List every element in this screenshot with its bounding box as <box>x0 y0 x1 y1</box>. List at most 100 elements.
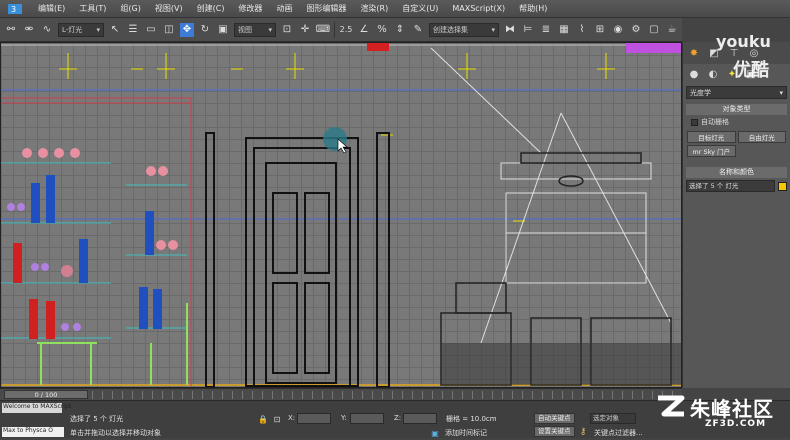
render-setup-icon[interactable]: ⚙ <box>629 23 643 37</box>
selection-filter-value: L-灯光 <box>62 25 83 34</box>
menu-customize[interactable]: 自定义(U) <box>402 3 438 14</box>
autogrid-checkbox[interactable] <box>691 118 698 126</box>
maxscript-listener[interactable]: Welcome to MAXScript. <box>2 403 73 413</box>
object-type-rollout-title[interactable]: 对象类型 <box>686 104 787 115</box>
timeline: 0 / 100 <box>0 388 682 400</box>
graphite-tools-icon[interactable]: ▦ <box>557 23 571 37</box>
key-icon[interactable]: ⚷ <box>576 425 590 439</box>
front-viewport[interactable] <box>0 42 682 388</box>
auto-key-button[interactable]: 自动关键点 <box>534 413 575 424</box>
maxscript-welcome: Welcome to MAXScript. <box>3 403 73 410</box>
select-manipulate-icon[interactable]: ✛ <box>298 23 312 37</box>
menu-rendering[interactable]: 渲染(R) <box>360 3 388 14</box>
timeline-ticks[interactable] <box>92 391 678 399</box>
move-icon[interactable]: ✥ <box>180 22 194 37</box>
create-tab-icon[interactable]: ✸ <box>687 46 701 60</box>
name-color-row: 选择了 5 个 灯光 <box>686 180 787 192</box>
svg-text:3: 3 <box>11 5 16 14</box>
time-slider[interactable]: 0 / 100 <box>4 390 88 399</box>
shapes-icon[interactable]: ◐ <box>706 67 720 81</box>
youku-cn-watermark: 优酷 <box>733 60 769 81</box>
menu-group[interactable]: 组(G) <box>120 3 140 14</box>
selection-filter-select[interactable]: L-灯光 ▾ <box>58 22 104 37</box>
render-production-icon[interactable]: ☕ <box>665 23 679 37</box>
edit-named-selection-icon[interactable]: ✎ <box>411 23 425 37</box>
maxscript-input[interactable]: Max to Physca O <box>2 427 64 437</box>
target-light-button[interactable]: 目标灯光 <box>687 131 736 143</box>
y-coord-field[interactable] <box>350 413 384 424</box>
link-icon[interactable]: ⚯ <box>4 23 18 37</box>
curve-editor-icon[interactable]: ⌇ <box>575 23 589 37</box>
main-toolbar: ⚯ ⚮ ∿ L-灯光 ▾ ↖ ☰ ▭ ◫ ✥ ↻ ▣ 视图 ▾ ⊡ ✛ ⌨ 2.… <box>0 18 682 42</box>
layer-manager-icon[interactable]: ≣ <box>539 23 553 37</box>
mirror-icon[interactable]: ⧓ <box>503 23 517 37</box>
y-label: Y: <box>341 414 347 422</box>
angle-snap-icon[interactable]: ∠ <box>357 23 371 37</box>
menu-graph-editors[interactable]: 图形编辑器 <box>306 3 346 14</box>
menu-create[interactable]: 创建(C) <box>197 3 225 14</box>
free-light-button[interactable]: 自由灯光 <box>737 131 786 143</box>
rect-selection-icon[interactable]: ▭ <box>144 23 158 37</box>
z-coord-field[interactable] <box>403 413 437 424</box>
mr-sky-portal-button[interactable]: mr Sky 门户 <box>687 145 736 157</box>
x-label: X: <box>288 414 296 422</box>
add-time-tag[interactable]: 添加时间标记 <box>445 428 487 438</box>
menu-views[interactable]: 视图(V) <box>155 3 183 14</box>
menu-modifiers[interactable]: 修改器 <box>238 3 262 14</box>
object-color-swatch[interactable] <box>778 181 787 191</box>
material-editor-icon[interactable]: ◉ <box>611 23 625 37</box>
grid-size-text: 栅格 = 10.0cm <box>446 415 497 423</box>
reference-coord-value: 视图 <box>238 25 252 34</box>
zf-url-watermark: ZF3D.COM <box>705 419 767 429</box>
z-label: Z: <box>394 414 402 422</box>
select-object-icon[interactable]: ↖ <box>108 23 122 37</box>
x-coord-field[interactable] <box>297 413 331 424</box>
reference-coord-select[interactable]: 视图 ▾ <box>234 22 276 37</box>
chevron-down-icon: ▾ <box>491 25 495 34</box>
menu-animation[interactable]: 动画 <box>276 3 292 14</box>
object-name-field[interactable]: 选择了 5 个 灯光 <box>686 180 775 192</box>
absolute-mode-icon[interactable]: ⊡ <box>270 412 284 426</box>
percent-snap-icon[interactable]: % <box>375 23 389 37</box>
menu-maxscript[interactable]: MAXScript(X) <box>452 4 505 13</box>
schematic-view-icon[interactable]: ⊞ <box>593 23 607 37</box>
bind-space-warp-icon[interactable]: ∿ <box>40 23 54 37</box>
lock-selection-icon[interactable]: 🔒 <box>256 412 270 426</box>
named-selection-sets-select[interactable]: 创建选择集 ▾ <box>429 22 499 37</box>
maxscript-input-text: Max to Physca O <box>3 427 53 434</box>
key-filters-button[interactable]: 关键点过滤器... <box>594 428 643 438</box>
scale-icon[interactable]: ▣ <box>216 23 230 37</box>
zf-logo-icon <box>658 395 685 417</box>
toolbar-separator <box>334 21 335 38</box>
named-selection-sets-value: 创建选择集 <box>433 25 468 34</box>
chevron-down-icon: ▾ <box>96 25 100 34</box>
geometry-icon[interactable]: ● <box>687 67 701 81</box>
keyboard-shortcut-icon[interactable]: ⌨ <box>316 23 330 37</box>
zf-community-watermark: 朱峰社区 <box>690 397 774 421</box>
unlink-icon[interactable]: ⚮ <box>22 23 36 37</box>
menu-tools[interactable]: 工具(T) <box>79 3 106 14</box>
name-color-rollout-title[interactable]: 名称和颜色 <box>686 167 787 178</box>
set-key-button[interactable]: 设置关键点 <box>534 426 575 437</box>
rotate-icon[interactable]: ↻ <box>198 23 212 37</box>
snap-2-5-icon[interactable]: 2.5 <box>339 23 353 37</box>
window-crossing-icon[interactable]: ◫ <box>162 23 176 37</box>
rendered-frame-icon[interactable]: ▢ <box>647 23 661 37</box>
menu-help[interactable]: 帮助(H) <box>519 3 547 14</box>
align-icon[interactable]: ⊨ <box>521 23 535 37</box>
menu-bar: 3 编辑(E) 工具(T) 组(G) 视图(V) 创建(C) 修改器 动画 图形… <box>0 0 790 18</box>
autogrid-checkbox-row[interactable]: 自动栅格 <box>683 117 790 127</box>
select-by-name-icon[interactable]: ☰ <box>126 23 140 37</box>
menu-edit[interactable]: 编辑(E) <box>38 3 65 14</box>
selected-object-select[interactable]: 选定对象 <box>590 413 636 424</box>
command-panel: ✸ ◩ ⊤ ◎ ● ◐ ✦ ▣ 光度学 ▾ 对象类型 自动栅格 目标灯光 自由灯… <box>682 42 790 388</box>
spinner-snap-icon[interactable]: ⇕ <box>393 23 407 37</box>
app-logo-icon[interactable]: 3 <box>6 2 24 16</box>
light-category-select[interactable]: 光度学 ▾ <box>686 86 787 99</box>
youku-watermark: youku <box>716 32 771 51</box>
chevron-down-icon: ▾ <box>268 25 272 34</box>
chevron-down-icon: ▾ <box>779 88 783 97</box>
light-category-value: 光度学 <box>690 88 711 97</box>
pivot-center-icon[interactable]: ⊡ <box>280 23 294 37</box>
object-type-buttons: 目标灯光 自由灯光 mr Sky 门户 <box>683 129 790 159</box>
